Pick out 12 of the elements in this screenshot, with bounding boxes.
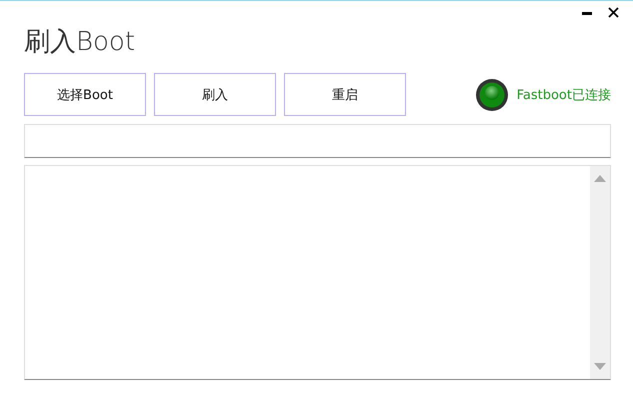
action-button[interactable]: 选择Boot <box>24 73 146 116</box>
scrollbar[interactable] <box>590 166 610 379</box>
minimize-icon[interactable] <box>582 10 592 14</box>
scroll-up-icon[interactable] <box>594 174 606 182</box>
path-field[interactable] <box>24 124 611 158</box>
action-button[interactable]: 刷入 <box>154 73 276 116</box>
action-button[interactable]: 重启 <box>284 73 406 116</box>
close-icon[interactable] <box>608 7 619 18</box>
log-area[interactable] <box>24 165 611 380</box>
scroll-down-icon[interactable] <box>594 363 606 371</box>
connection-status: Fastboot已连接 <box>516 86 611 104</box>
window-title: 刷入Boot <box>24 26 136 59</box>
